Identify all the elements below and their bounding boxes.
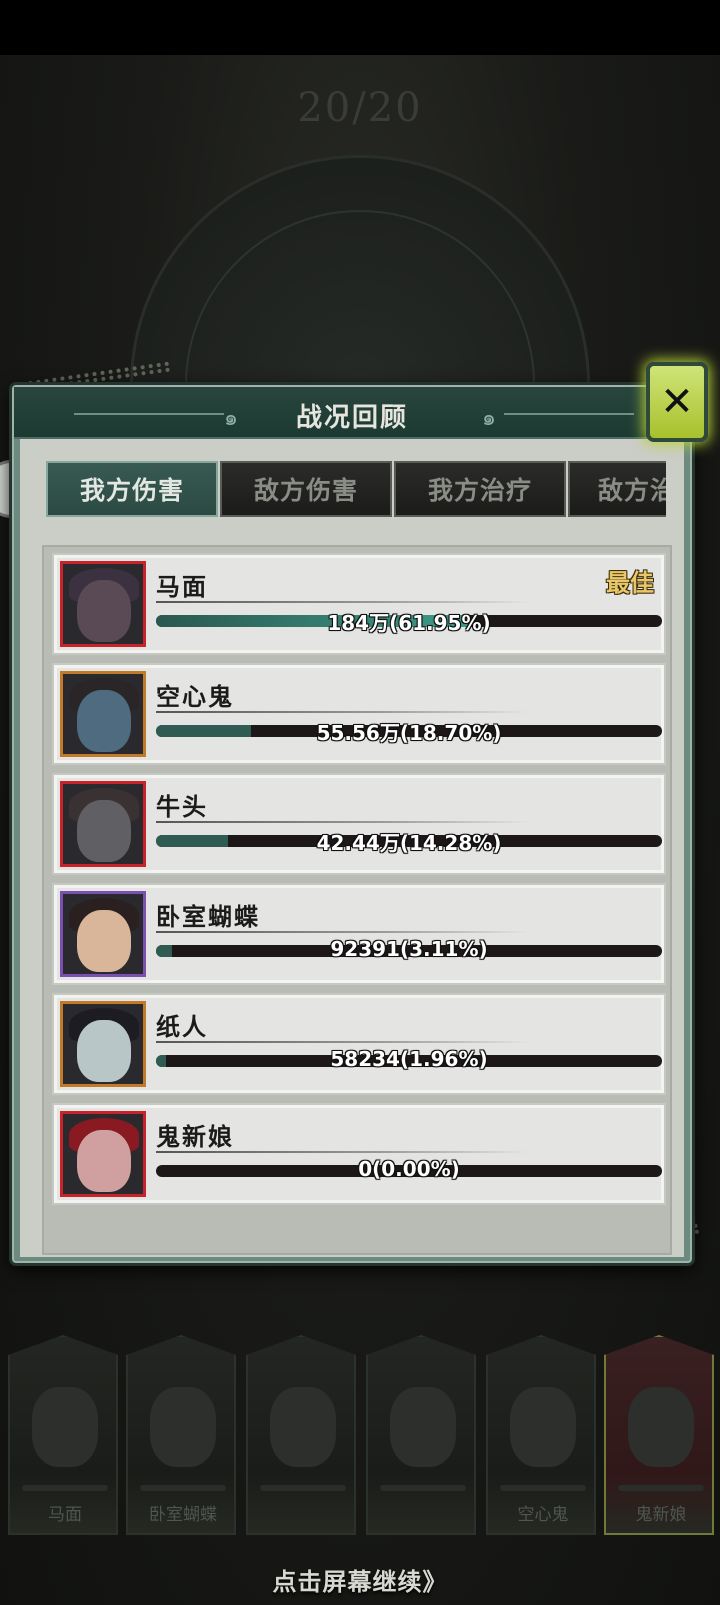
list-item[interactable]: 牛头 42.44万(14.28%)	[52, 773, 666, 875]
panel-title: 战况回顾	[295, 403, 408, 433]
roster-card[interactable]: 马面	[8, 1335, 118, 1535]
name-underline	[156, 1041, 528, 1043]
roster-hp-bar	[618, 1485, 704, 1491]
close-button[interactable]: ✕	[646, 362, 708, 442]
roster-card[interactable]: 卧室蝴蝶	[126, 1335, 236, 1535]
roster-card[interactable]	[366, 1335, 476, 1535]
hero-roster: 马面 卧室蝴蝶 空心鬼 鬼新娘	[0, 1335, 720, 1595]
hero-portrait	[60, 781, 146, 867]
name-underline	[156, 601, 528, 603]
status-bar	[0, 0, 720, 55]
tab-enemy-damage[interactable]: 敌方伤害	[220, 461, 392, 517]
name-underline	[156, 1151, 528, 1153]
portrait-art	[77, 1130, 131, 1192]
close-icon: ✕	[660, 379, 694, 425]
roster-portrait	[510, 1387, 576, 1467]
list-item[interactable]: 马面 最佳 184万(61.95%)	[52, 553, 666, 655]
roster-hp-bar	[140, 1485, 226, 1491]
panel-body: 我方伤害 敌方伤害 我方治疗 敌方治 马面 最佳 184万(61.95%) 空心…	[20, 439, 684, 1257]
roster-portrait	[270, 1387, 336, 1467]
portrait-art	[77, 580, 131, 642]
roster-name: 马面	[48, 1505, 82, 1525]
damage-value: 58234(1.96%)	[330, 1047, 488, 1071]
list-item[interactable]: 卧室蝴蝶 92391(3.11%)	[52, 883, 666, 985]
damage-list[interactable]: 马面 最佳 184万(61.95%) 空心鬼 55.56万(18.70%) 牛头…	[42, 545, 672, 1255]
hero-name: 鬼新娘	[156, 1122, 234, 1151]
hero-name: 卧室蝴蝶	[156, 902, 260, 931]
roster-portrait	[32, 1387, 98, 1467]
panel-header: ๑ 战况回顾 ๑	[14, 387, 690, 439]
roster-portrait	[628, 1387, 694, 1467]
round-counter: 20/20	[297, 85, 423, 131]
damage-value: 55.56万(18.70%)	[316, 721, 502, 745]
damage-value: 92391(3.11%)	[330, 937, 488, 961]
portrait-art	[77, 690, 131, 752]
header-divider	[504, 413, 634, 415]
tab-our-healing[interactable]: 我方治疗	[394, 461, 566, 517]
roster-portrait	[150, 1387, 216, 1467]
battle-review-panel: ๑ 战况回顾 ๑ 我方伤害 敌方伤害 我方治疗 敌方治 马面 最佳 184万(6…	[12, 385, 692, 1263]
portrait-art	[77, 1020, 131, 1082]
hero-portrait	[60, 1111, 146, 1197]
damage-value: 184万(61.95%)	[327, 611, 491, 635]
hero-portrait	[60, 561, 146, 647]
name-underline	[156, 821, 528, 823]
tab-our-damage[interactable]: 我方伤害	[46, 461, 218, 517]
roster-hp-bar	[500, 1485, 586, 1491]
roster-hp-bar	[380, 1485, 466, 1491]
roster-card[interactable]: 空心鬼	[486, 1335, 596, 1535]
list-item[interactable]: 空心鬼 55.56万(18.70%)	[52, 663, 666, 765]
roster-hp-bar	[22, 1485, 108, 1491]
hero-name: 马面	[156, 572, 208, 601]
portrait-art	[77, 800, 131, 862]
roster-name: 鬼新娘	[635, 1505, 687, 1525]
roster-portrait	[390, 1387, 456, 1467]
hero-name: 空心鬼	[156, 682, 234, 711]
name-underline	[156, 931, 528, 933]
hero-name: 纸人	[156, 1012, 208, 1041]
tap-to-continue-hint[interactable]: 点击屏幕继续》	[0, 1562, 720, 1597]
stats-tabs: 我方伤害 敌方伤害 我方治疗 敌方治	[46, 461, 666, 521]
hero-name: 牛头	[156, 792, 208, 821]
best-badge: 最佳	[606, 568, 654, 597]
list-item[interactable]: 鬼新娘 0(0.00%)	[52, 1103, 666, 1205]
list-item[interactable]: 纸人 58234(1.96%)	[52, 993, 666, 1095]
roster-hp-bar	[260, 1485, 346, 1491]
roster-card-active[interactable]: 鬼新娘	[604, 1335, 714, 1535]
roster-card[interactable]	[246, 1335, 356, 1535]
hero-portrait	[60, 1001, 146, 1087]
portrait-art	[77, 910, 131, 972]
hero-portrait	[60, 891, 146, 977]
tab-enemy-healing[interactable]: 敌方治	[568, 461, 666, 517]
damage-value: 42.44万(14.28%)	[316, 831, 502, 855]
damage-value: 0(0.00%)	[358, 1157, 460, 1181]
swirl-icon: ๑	[482, 406, 496, 431]
roster-name: 空心鬼	[517, 1505, 569, 1525]
roster-name: 卧室蝴蝶	[149, 1505, 217, 1525]
hero-portrait	[60, 671, 146, 757]
name-underline	[156, 711, 528, 713]
